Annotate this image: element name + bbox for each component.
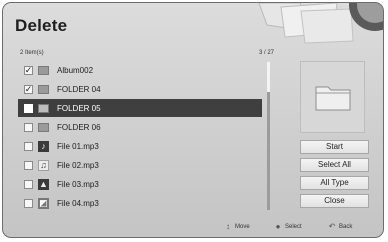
page-indicator: 3 / 27 xyxy=(259,50,275,56)
folder-icon xyxy=(38,65,49,75)
footer-move: ↕ Move xyxy=(221,222,250,231)
item-name: FOLDER 06 xyxy=(57,122,101,132)
folder-icon xyxy=(38,103,49,113)
list-item[interactable]: ♫ File 02.mp3 xyxy=(18,156,262,174)
scrollbar[interactable] xyxy=(267,62,270,210)
dialog-title: Delete xyxy=(15,16,68,35)
list-item[interactable]: ✓ FOLDER 04 xyxy=(18,80,262,98)
file-list: ✓ Album002 ✓ FOLDER 04 FOLDER 05 FOLDER … xyxy=(18,61,262,213)
album-art-icon: ♪ xyxy=(38,140,49,152)
all-type-button[interactable]: All Type xyxy=(300,176,369,190)
item-count: 2 Item(s) xyxy=(20,50,44,56)
back-icon: ↶ xyxy=(328,222,336,231)
folder-icon xyxy=(38,84,49,94)
checkbox[interactable]: ✓ xyxy=(24,65,33,75)
item-name: File 01.mp3 xyxy=(57,141,99,151)
checkbox[interactable] xyxy=(24,198,33,208)
navigation-arrows-icon: ↕ xyxy=(226,222,230,231)
item-name: File 04.mp3 xyxy=(57,198,99,208)
list-item[interactable]: ▲ File 03.mp3 xyxy=(18,175,262,193)
scrollbar-thumb[interactable] xyxy=(267,62,270,92)
decorative-corner-art xyxy=(258,3,383,44)
checkbox[interactable] xyxy=(24,160,33,170)
ok-button-icon: ● xyxy=(275,222,281,231)
checkbox[interactable] xyxy=(24,103,33,113)
footer-select: ● Select xyxy=(271,222,302,231)
list-item[interactable]: ✓ Album002 xyxy=(18,61,262,79)
list-item[interactable]: ♪ File 01.mp3 xyxy=(18,137,262,155)
item-name: File 02.mp3 xyxy=(57,160,99,170)
picture-icon: ◩ xyxy=(38,197,49,209)
folder-icon xyxy=(315,86,351,111)
item-name: FOLDER 04 xyxy=(57,84,101,94)
item-name: File 03.mp3 xyxy=(57,179,99,189)
footer-back: ↶ Back xyxy=(325,222,353,231)
footer-back-label: Back xyxy=(339,223,353,230)
checkbox[interactable] xyxy=(24,179,33,189)
start-button[interactable]: Start xyxy=(300,140,369,154)
footer-move-label: Move xyxy=(235,223,250,230)
checkbox[interactable]: ✓ xyxy=(24,84,33,94)
select-all-button[interactable]: Select All xyxy=(300,158,369,172)
item-name: FOLDER 05 xyxy=(57,103,101,113)
item-name: Album002 xyxy=(57,65,94,75)
footer-select-label: Select xyxy=(285,223,302,230)
album-art-icon: ▲ xyxy=(38,178,49,190)
list-item-selected[interactable]: FOLDER 05 xyxy=(18,99,262,117)
preview-pane xyxy=(300,61,365,133)
folder-icon xyxy=(38,122,49,132)
list-item[interactable]: FOLDER 06 xyxy=(18,118,262,136)
checkbox[interactable] xyxy=(24,122,33,132)
music-file-icon: ♫ xyxy=(38,159,49,171)
checkbox[interactable] xyxy=(24,141,33,151)
list-item[interactable]: ◩ File 04.mp3 xyxy=(18,194,262,212)
close-button[interactable]: Close xyxy=(300,194,369,208)
delete-dialog: Delete 2 Item(s) 3 / 27 ✓ Album002 ✓ FOL… xyxy=(2,2,384,238)
